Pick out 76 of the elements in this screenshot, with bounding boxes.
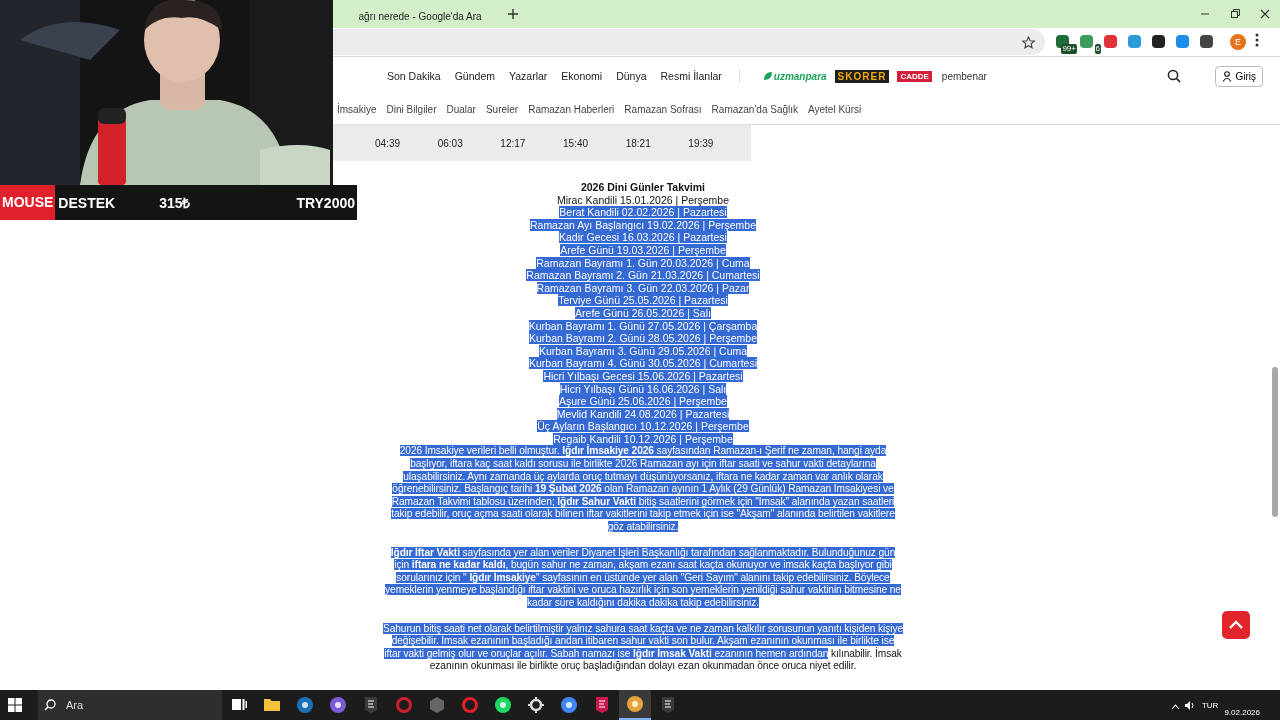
paragraph: Sahurun bitiş saati net olarak belirtilmiştir yalnız sahura saat kaçta ve ne zaman kalkılır sorusunun yanıtı kişiden kişiye değişebilir. İmsak ezanının başladığı andan itibaren sahur vakti son bulur. Akşam ezanının okunması ile birlikte ise iftar vakti gelmiş olur ve oruçlar açılır. Sabah namazı ise Iğdır İmsak Vakti ezanının hemen ardından kılınabilir. İmsak ezanının okunması ile birlikte oruç başladığından dolayı ezan okunmadan önce oruca niyet edilir.: [383, 622, 903, 673]
search-icon: [1167, 69, 1182, 83]
scroll-to-top-button[interactable]: [1222, 611, 1250, 639]
partner-logo[interactable]: CADDE: [897, 70, 932, 82]
menu-icon: [1255, 32, 1259, 47]
keyboard-language[interactable]: TUR: [1201, 700, 1219, 710]
overlay-text: DESTEK: [58, 194, 116, 211]
sub-nav-link[interactable]: Ayetel Kürsi: [808, 104, 862, 115]
prayer-time: 12:17: [500, 137, 527, 149]
partner-name: uzmanpara: [773, 70, 827, 82]
scrollbar-thumb[interactable]: [1272, 367, 1278, 517]
close-icon: [1260, 9, 1270, 19]
chevron-up-icon: [1228, 620, 1244, 630]
nav-link[interactable]: Gündem: [454, 70, 495, 82]
chevron-up-icon: [1170, 703, 1180, 710]
calendar-entry: Berat Kandili 02.02.2026 | Pazartesi: [559, 206, 727, 219]
calendar-entry: Ramazan Bayramı 1. Gün 20.03.2026 | Cuma: [536, 256, 750, 269]
calendar-entry: Üç Ayların Başlangıcı 10.12.2026 | Perşembe: [537, 420, 749, 433]
taskbar-date[interactable]: 9.02.2026: [1224, 708, 1260, 717]
calendar-entry: Kurban Bayramı 4. Günü 30.05.2026 | Cumartesi: [529, 357, 757, 370]
partner-logo[interactable]: SKORER: [834, 69, 890, 83]
calendar-entry: Terviye Günü 25.05.2026 | Pazartesi: [558, 294, 728, 307]
calendar-entry: Hicri Yılbaşı Gecesi 15.06.2026 | Pazartesi: [543, 369, 743, 382]
nav-link[interactable]: Resmi İlanlar: [660, 70, 722, 82]
sub-nav-link[interactable]: Ramazan Haberleri: [528, 104, 615, 115]
prayer-time: 06:03: [437, 137, 464, 149]
paragraph: 2026 İmsakiye verileri belli olmuştur. Iğdır İmsakiye 2026 sayfasından Ramazan-ı Şerif ne zaman, hangi ayda başlıyor, iftara kaç saat kaldı sorusu ile birlikte 2026 Ramazan ayı için iftar saati ve sahur vakti detaylarına ulaşabilirsiniz. Aynı zamanda üç aylarda oruç tutmayı düşünüyorsanız, iftara ne kadar zaman var anlık olarak öğrenebilirsiniz. Başlangıç tarihi 19 Şubat 2026 olan Ramazan ayının 1 Aylık (29 Günlük) Ramazan İmsakiyesi ve Ramazan Takvimi tablosu üzerinden; Iğdır Sahur Vakti bitiş saatlerini görmek için "İmsak" alanında yazan saatleri takip edebilir, oruç açma saati olarak bilinen iftar vakitlerini takip etmek için ise "Akşam" alanında belirtilen vakitlere göz atabilirsiniz.: [390, 445, 896, 534]
calendar-entry: Mevlid Kandili 24.08.2026 | Pazartesi: [556, 407, 730, 420]
taskbar-app-button[interactable]: [619, 690, 651, 720]
calendar-entry: Arefe Günü 19.03.2026 | Perşembe: [560, 243, 726, 256]
tab-title: ağrı nerede - Google'da Ara: [358, 10, 482, 22]
speaker-icon: [1183, 699, 1196, 711]
calendar-entry: Kurban Bayramı 2. Günü 28.05.2026 | Perşembe: [528, 332, 757, 345]
restore-icon: [1230, 9, 1240, 19]
partner-logo[interactable]: pembenar: [941, 70, 987, 82]
calendar-entry: Arefe Günü 26.05.2026 | Salı: [575, 306, 711, 319]
calendar-entry: Kurban Bayramı 3. Günü 29.05.2026 | Cuma: [538, 344, 748, 357]
calendar-entry: Ramazan Bayramı 2. Gün 21.03.2026 | Cumartesi: [526, 269, 760, 282]
calendar-entry: Aşure Günü 25.06.2026 | Perşembe: [559, 395, 727, 408]
nav-link[interactable]: Son Dakika: [387, 70, 441, 82]
calendar-entry: Kurban Bayramı 1. Günü 27.05.2026 | Çarşamba: [528, 319, 758, 332]
extension-button[interactable]: 99+: [1054, 30, 1077, 54]
calendar-entry: Ramazan Bayramı 3. Gün 22.03.2026 | Pazar: [536, 281, 750, 294]
login-button[interactable]: Giriş: [1215, 65, 1263, 87]
prayer-time: 19:39: [688, 137, 715, 149]
prayer-time: 18:21: [625, 137, 652, 149]
calendar-entry: Mirac Kandili 15.01.2026 | Perşembe: [557, 193, 729, 206]
calendar-entry: Kadir Gecesi 16.03.2026 | Pazartesi: [559, 231, 727, 244]
sub-nav-link[interactable]: Sureler: [485, 104, 519, 115]
paragraph: Iğdır İftar Vakti sayfasında yer alan veriler Diyanet İşleri Başkanlığı tarafından sağlanmaktadır. Bulunduğunuz gün için iftara ne kadar kaldı, bugün sahur ne zaman, akşam ezanı saat kaçta okunuyor ve imsak kaçta başlıyor gibi sorularınız için " Iğdır İmsakiye" sayfasının en üstünde yer alan "Geri Sayım" alanını takip edebilirsiniz. Böylece yemeklerin yenmeye başlandığı iftar vaktini ve oruca hazırlık için son yemeklerin yenildiği sahur vaktinin bitmesine ne kadar süre kaldığını dakika dakika takip edebilirsiniz.: [384, 546, 902, 610]
plus-icon: [508, 9, 518, 19]
calendar-entry: Regaib Kandili 10.12.2026 | Perşembe: [553, 432, 733, 445]
extension-badge: 6: [1094, 44, 1101, 54]
windows-icon: [8, 698, 22, 712]
sub-nav-link[interactable]: İmsakiye: [337, 104, 377, 115]
star-icon: [1022, 35, 1035, 49]
user-icon: [1222, 70, 1233, 82]
calendar-title: 2026 Dini Günler Takvimi: [579, 181, 707, 194]
sub-nav-link[interactable]: Dini Bilgiler: [386, 104, 437, 115]
overlay-text: TRY2000: [296, 194, 355, 211]
overlay-text: 315₺: [159, 194, 191, 212]
calendar-entry: Hicri Yılbaşı Günü 16.06.2026 | Salı: [559, 382, 727, 395]
extension-badge: 99+: [1061, 44, 1077, 54]
taskbar-search-field[interactable]: Ara: [62, 690, 222, 720]
sub-nav-link[interactable]: Ramazan Sofrası: [624, 104, 702, 115]
extension-button[interactable]: 6: [1078, 30, 1101, 54]
leaf-icon: [762, 71, 773, 81]
calendar-entry: Ramazan Ayı Başlangıcı 19.02.2026 | Perşembe: [529, 218, 757, 231]
sub-nav-link[interactable]: Dualar: [446, 104, 476, 115]
nav-link[interactable]: Yazarlar: [509, 70, 548, 82]
overlay-label: MOUSE: [0, 185, 56, 220]
nav-link[interactable]: Dünya: [616, 70, 647, 82]
nav-link[interactable]: Ekonomi: [561, 70, 603, 82]
sub-nav-link[interactable]: Ramazan'da Sağlık: [711, 104, 798, 115]
prayer-time: 04:39: [375, 137, 402, 149]
prayer-time: 15:40: [563, 137, 590, 149]
